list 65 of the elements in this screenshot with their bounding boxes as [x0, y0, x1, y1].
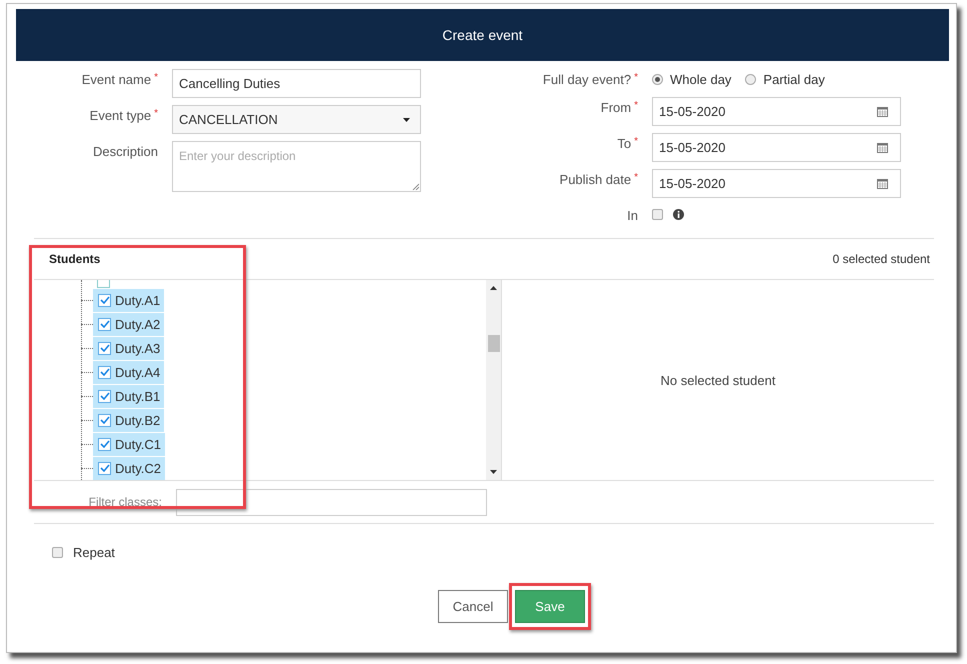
scroll-down-icon[interactable]: [490, 470, 497, 474]
date-field[interactable]: 15-05-2020: [652, 169, 901, 198]
checkmark-icon: [100, 440, 110, 448]
caret-icon: [403, 118, 410, 122]
filter-label: Filter classes:: [88, 495, 163, 509]
required-mark: *: [154, 72, 158, 83]
required-mark: *: [154, 108, 158, 119]
checkmark-icon: [100, 368, 110, 376]
class-tree-item[interactable]: Duty.A3: [93, 336, 164, 360]
repeat-checkbox[interactable]: [52, 546, 63, 558]
checkmark-icon: [100, 344, 110, 352]
filter-field[interactable]: [176, 488, 487, 516]
calendar-icon: [877, 106, 888, 117]
class-tree-item[interactable]: Duty.C2: [93, 456, 165, 480]
calendar-icon: [877, 178, 888, 189]
field-label: Event name: [82, 72, 152, 87]
checkbox[interactable]: [98, 414, 111, 426]
field-label: Description: [92, 144, 158, 159]
field-label: Full day event?: [542, 72, 632, 87]
checkmark-icon: [100, 416, 110, 424]
field-label: Publish date: [560, 172, 632, 187]
selected-count: 0 selected student: [832, 252, 930, 266]
class-tree-item[interactable]: Duty.B1: [93, 384, 164, 408]
field-label: Event type: [90, 108, 152, 123]
radio-option[interactable]: Partial day: [745, 71, 825, 87]
cancel-button[interactable]: Cancel: [438, 590, 508, 623]
event-type-dropdown[interactable]: CANCELLATION: [172, 105, 421, 134]
field-label: From: [600, 100, 632, 115]
checkmark-icon: [100, 320, 110, 328]
checkmark-icon: [100, 392, 110, 400]
field-label: In: [626, 207, 639, 225]
empty-message: No selected student: [660, 372, 776, 388]
info-icon: [673, 208, 684, 220]
class-tree-item[interactable]: Duty.C1: [93, 432, 165, 456]
calendar-icon: [877, 142, 888, 153]
required-mark: *: [634, 100, 638, 111]
required-mark: *: [634, 136, 638, 147]
dialog-title: Create event: [442, 27, 523, 43]
class-tree-item[interactable]: Duty.B2: [93, 408, 164, 432]
scrollbar[interactable]: [486, 280, 501, 480]
date-field[interactable]: 15-05-2020: [652, 133, 901, 162]
in-checkbox[interactable]: [652, 208, 663, 220]
checkbox[interactable]: [98, 390, 111, 402]
checkbox[interactable]: [98, 438, 111, 450]
class-tree-item[interactable]: Duty.A2: [93, 312, 164, 336]
checkbox-label: Repeat: [73, 544, 115, 560]
resize-grip-icon: [412, 183, 419, 190]
checkbox[interactable]: [98, 366, 111, 378]
scroll-up-icon[interactable]: [490, 286, 497, 290]
checkbox[interactable]: [98, 294, 111, 306]
event-name-field[interactable]: Cancelling Duties: [172, 69, 421, 98]
radio-option[interactable]: Whole day: [652, 71, 732, 87]
scroll-thumb[interactable]: [488, 335, 500, 352]
checkbox[interactable]: [98, 342, 111, 354]
checkmark-icon: [100, 464, 110, 472]
section-title: Students: [49, 252, 100, 266]
required-mark: *: [634, 172, 638, 183]
checkmark-icon: [100, 296, 110, 304]
class-tree-item[interactable]: Duty.A4: [93, 360, 164, 384]
checkbox[interactable]: [98, 462, 111, 474]
date-field[interactable]: 15-05-2020: [652, 97, 901, 126]
required-mark: *: [634, 72, 638, 83]
class-tree-item[interactable]: Duty.A1: [93, 288, 164, 312]
field-label: To: [617, 136, 632, 151]
checkbox[interactable]: [98, 318, 111, 330]
